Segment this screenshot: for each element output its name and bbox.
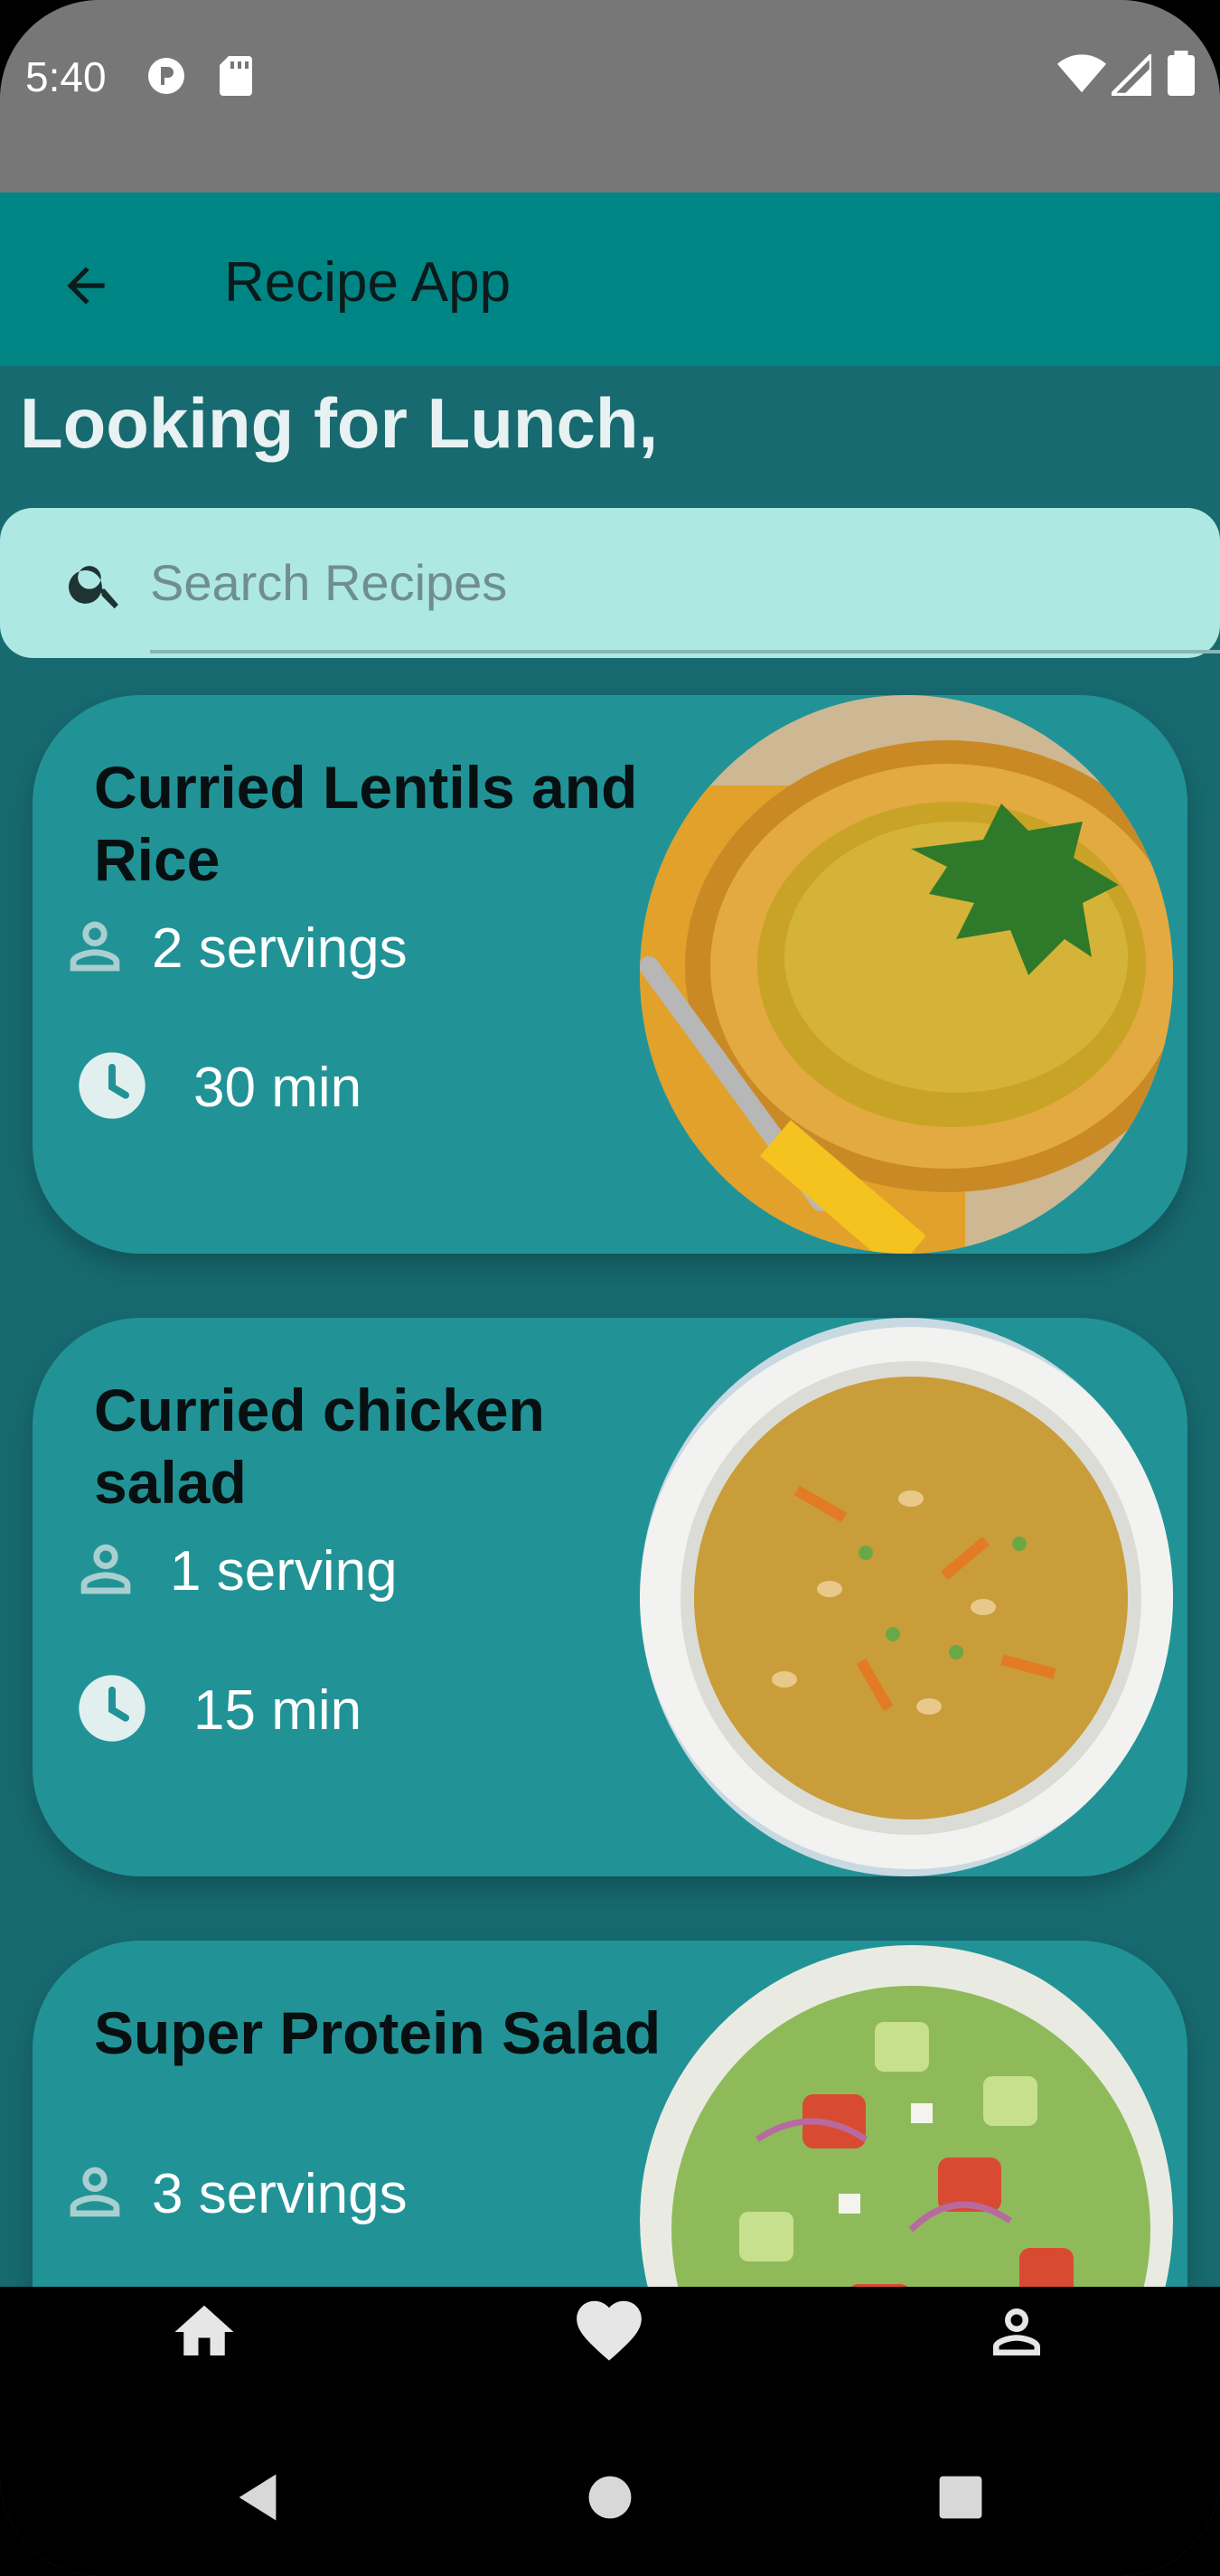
servings-row: 1 serving xyxy=(69,1526,398,1616)
app-title: Recipe App xyxy=(224,251,511,314)
arrow-left-icon xyxy=(58,258,114,318)
time-text: 30 min xyxy=(193,1056,362,1119)
greeting-heading: Looking for Lunch, xyxy=(20,383,659,463)
time-row: 15 min xyxy=(76,1665,361,1755)
recipe-list-screen: Looking for Lunch, Curried Lentils and R… xyxy=(0,366,1220,2287)
nav-favorites-button[interactable] xyxy=(564,2287,654,2377)
wifi-icon xyxy=(1057,52,1106,100)
system-home-button[interactable] xyxy=(578,2468,642,2531)
person-icon xyxy=(58,909,132,988)
search-icon[interactable] xyxy=(65,553,127,615)
recipe-image-chicken-salad xyxy=(640,1318,1173,1876)
recents-square-icon xyxy=(937,2474,984,2525)
phone-screen: 5:40 Recipe App Looking for Lunch, Searc… xyxy=(0,0,1220,2576)
clock-icon xyxy=(76,1672,148,1749)
battery-icon xyxy=(1168,51,1195,100)
search-input[interactable] xyxy=(150,537,1189,627)
time-row: 30 min xyxy=(76,1042,361,1133)
servings-text: 2 servings xyxy=(152,917,408,980)
recipe-card[interactable]: Curried Lentils and Rice 2 servings 30 m… xyxy=(33,695,1187,1254)
search-underline xyxy=(150,650,1220,653)
servings-row: 3 servings xyxy=(58,2148,408,2239)
nav-profile-button[interactable] xyxy=(971,2289,1062,2379)
sd-card-icon xyxy=(217,54,255,102)
servings-text: 3 servings xyxy=(152,2162,408,2225)
bottom-navigation xyxy=(0,2287,1220,2576)
time-text: 15 min xyxy=(193,1678,362,1742)
status-time: 5:40 xyxy=(25,53,107,100)
back-button[interactable] xyxy=(47,249,125,326)
servings-row: 2 servings xyxy=(58,903,408,993)
circle-p-icon xyxy=(145,54,188,102)
heart-icon xyxy=(570,2291,648,2374)
recipe-image-protein-salad xyxy=(640,1941,1173,2287)
recipe-title: Super Protein Salad xyxy=(94,1999,662,2066)
signal-icon xyxy=(1106,50,1154,100)
recipe-card[interactable]: Super Protein Salad 3 servings xyxy=(33,1941,1187,2287)
system-recents-button[interactable] xyxy=(929,2468,992,2531)
recipe-card[interactable]: Curried chicken salad 1 serving 15 min xyxy=(33,1318,1187,1876)
person-icon xyxy=(981,2297,1052,2372)
person-icon xyxy=(69,1532,143,1611)
recipe-image-lentils-rice xyxy=(640,695,1173,1254)
app-bar: Recipe App xyxy=(0,193,1220,366)
clock-icon xyxy=(76,1049,148,1126)
back-triangle-icon xyxy=(234,2472,281,2527)
status-bar: 5:40 xyxy=(0,0,1220,193)
recipe-title: Curried Lentils and Rice xyxy=(94,754,638,893)
home-icon xyxy=(169,2297,239,2372)
nav-home-button[interactable] xyxy=(159,2289,249,2379)
search-box xyxy=(0,508,1220,658)
system-back-button[interactable] xyxy=(226,2468,289,2531)
recipe-title: Curried chicken salad xyxy=(94,1377,545,1516)
servings-text: 1 serving xyxy=(170,1539,398,1603)
person-icon xyxy=(58,2155,132,2233)
home-circle-icon xyxy=(587,2474,633,2525)
